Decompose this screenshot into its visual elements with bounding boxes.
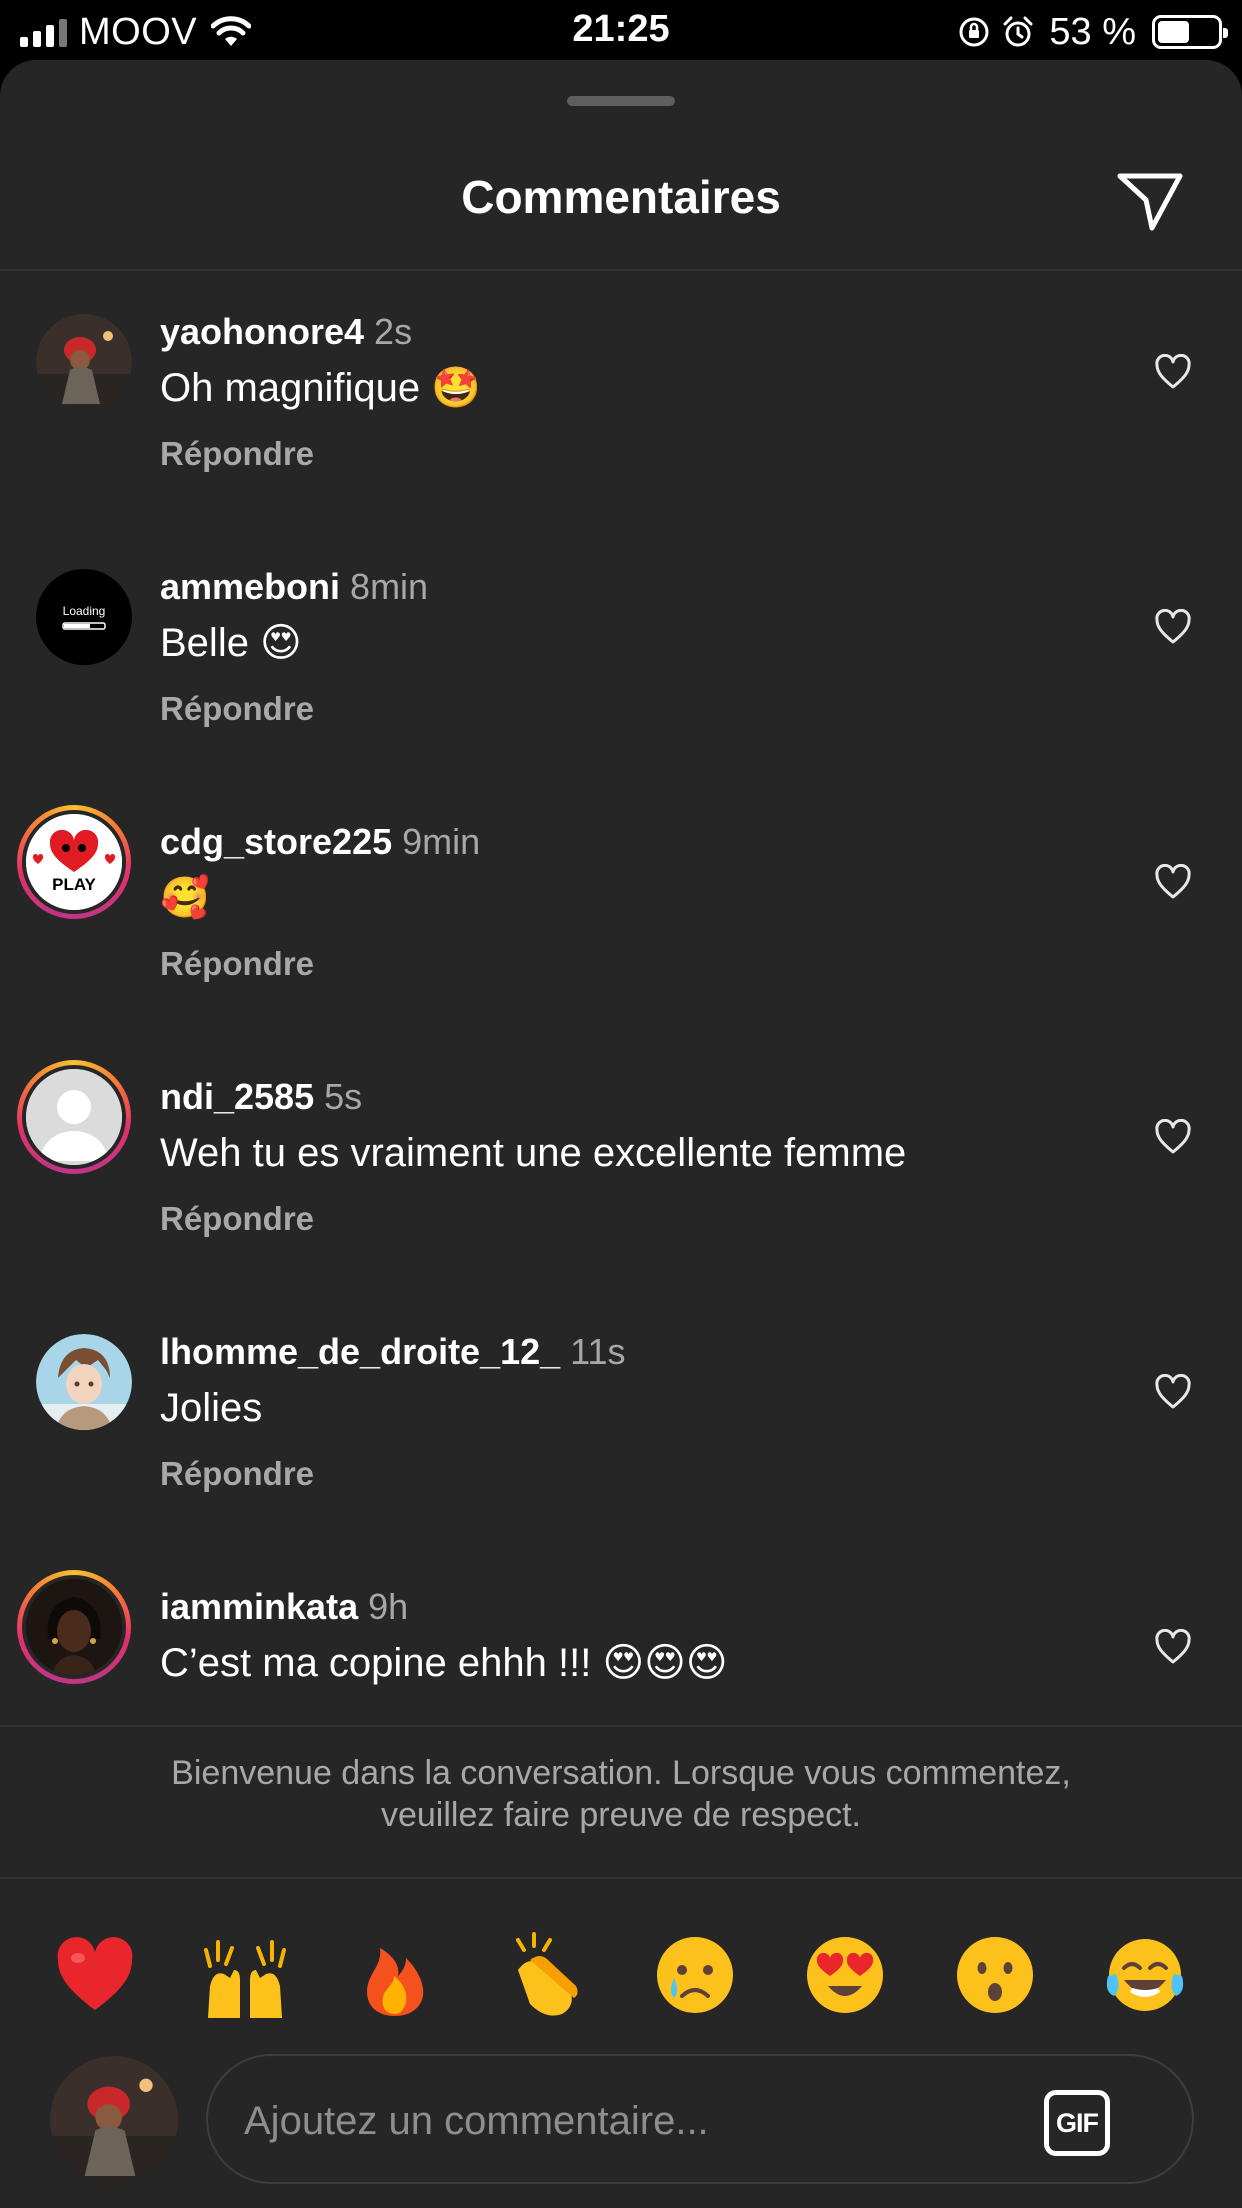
paper-plane-icon[interactable] — [1116, 170, 1184, 232]
portrait-photo — [26, 1579, 122, 1675]
raising-hands-emoji[interactable] — [200, 1930, 290, 2020]
comment-item: iamminkata 9h C’est ma copine ehhh !!! 😍😍… — [0, 1545, 1242, 1785]
anime-character-avatar — [36, 1334, 132, 1430]
surprised-face-emoji[interactable] — [950, 1930, 1040, 2020]
reply-button[interactable]: Répondre — [160, 1452, 1110, 1496]
comment-item: lhomme_de_droite_12_ 11s Jolies Répondre — [0, 1290, 1242, 1545]
comment-item: Loading ammeboni 8min Belle 😍 Répondre — [0, 525, 1242, 780]
comment-time: 11s — [570, 1331, 626, 1372]
fire-emoji[interactable] — [350, 1930, 440, 2020]
reply-button[interactable]: Répondre — [160, 942, 1110, 986]
comments-sheet: Commentaires yaohonore4 2s Oh magnifique… — [0, 60, 1242, 2208]
comment-time: 9min — [402, 821, 481, 862]
heart-icon[interactable] — [1154, 1119, 1192, 1155]
avatar[interactable] — [36, 1334, 132, 1430]
comment-item: PLAY cdg_store225 9min 🥰 Répondre — [0, 780, 1242, 1035]
comment-item: ndi_2585 5s Weh tu es vraiment une excell… — [0, 1035, 1242, 1290]
emoji-divider — [0, 1877, 1242, 1879]
comment-text: Belle 😍 — [160, 621, 302, 665]
comment-time: 8min — [350, 566, 429, 607]
red-heart-emoji[interactable] — [50, 1930, 140, 2020]
welcome-message: Bienvenue dans la conversation. Lorsque … — [171, 1754, 1071, 1834]
comment-text: Oh magnifique 🤩 — [160, 366, 482, 410]
status-bar: MOOV 21:25 53 % — [0, 0, 1242, 62]
reply-button[interactable]: Répondre — [160, 687, 1110, 731]
avatar-story-ring[interactable] — [17, 1060, 131, 1174]
quick-reactions — [0, 1930, 1242, 2020]
avatar[interactable]: Loading — [36, 569, 132, 665]
sheet-grabber[interactable] — [567, 96, 675, 106]
comment-item: yaohonore4 2s Oh magnifique 🤩 Répondre — [0, 270, 1242, 525]
welcome-divider — [0, 1725, 1242, 1727]
comment-time: 5s — [324, 1076, 363, 1117]
comment-text: C’est ma copine ehhh !!! 😍😍😍 — [160, 1641, 728, 1685]
reply-button[interactable]: Répondre — [160, 1197, 1110, 1241]
heart-icon[interactable] — [1154, 864, 1192, 900]
clapping-hands-emoji[interactable] — [500, 1930, 590, 2020]
avatar-story-ring[interactable] — [17, 1570, 131, 1684]
comment-text: Jolies — [160, 1386, 263, 1430]
heart-eyes-emoji[interactable] — [800, 1930, 890, 2020]
comment-text: 🥰 — [160, 876, 210, 920]
reply-button[interactable]: Répondre — [160, 432, 1110, 476]
comment-time: 9h — [368, 1586, 409, 1627]
gif-button[interactable]: GIF — [1044, 2090, 1110, 2156]
red-hat-person-photo — [50, 2056, 178, 2184]
red-hat-person-photo — [36, 314, 132, 410]
svg-text:PLAY: PLAY — [52, 875, 96, 894]
heart-icon[interactable] — [1154, 1629, 1192, 1665]
comment-input[interactable] — [244, 2086, 1004, 2156]
crying-face-emoji[interactable] — [650, 1930, 740, 2020]
current-user-avatar[interactable] — [50, 2056, 178, 2184]
avatar-story-ring[interactable]: PLAY — [17, 805, 131, 919]
comment-time: 2s — [374, 311, 413, 352]
sheet-title: Commentaires — [461, 171, 781, 223]
play-heart-logo: PLAY — [26, 814, 122, 910]
heart-icon[interactable] — [1154, 609, 1192, 645]
tears-of-joy-emoji[interactable] — [1100, 1930, 1190, 2020]
avatar[interactable] — [36, 314, 132, 410]
comment-username[interactable]: ammeboni — [160, 566, 340, 607]
orientation-lock-icon — [959, 17, 989, 47]
default-profile-icon — [26, 1069, 122, 1165]
battery-percentage: 53 % — [1049, 10, 1136, 53]
comment-composer: GIF — [206, 2054, 1194, 2184]
heart-icon[interactable] — [1154, 1374, 1192, 1410]
comment-username[interactable]: yaohonore4 — [160, 311, 364, 352]
battery-icon — [1152, 15, 1228, 49]
heart-icon[interactable] — [1154, 354, 1192, 390]
comment-list[interactable]: yaohonore4 2s Oh magnifique 🤩 Répondre Lo… — [0, 270, 1242, 1785]
comment-username[interactable]: lhomme_de_droite_12_ — [160, 1331, 560, 1372]
comment-username[interactable]: iamminkata — [160, 1586, 358, 1627]
comment-username[interactable]: ndi_2585 — [160, 1076, 314, 1117]
svg-text:Loading: Loading — [63, 604, 106, 618]
alarm-icon — [1003, 16, 1033, 47]
comment-username[interactable]: cdg_store225 — [160, 821, 392, 862]
comment-text: Weh tu es vraiment une excellente femme — [160, 1131, 907, 1175]
loading-badge: Loading — [36, 569, 132, 665]
